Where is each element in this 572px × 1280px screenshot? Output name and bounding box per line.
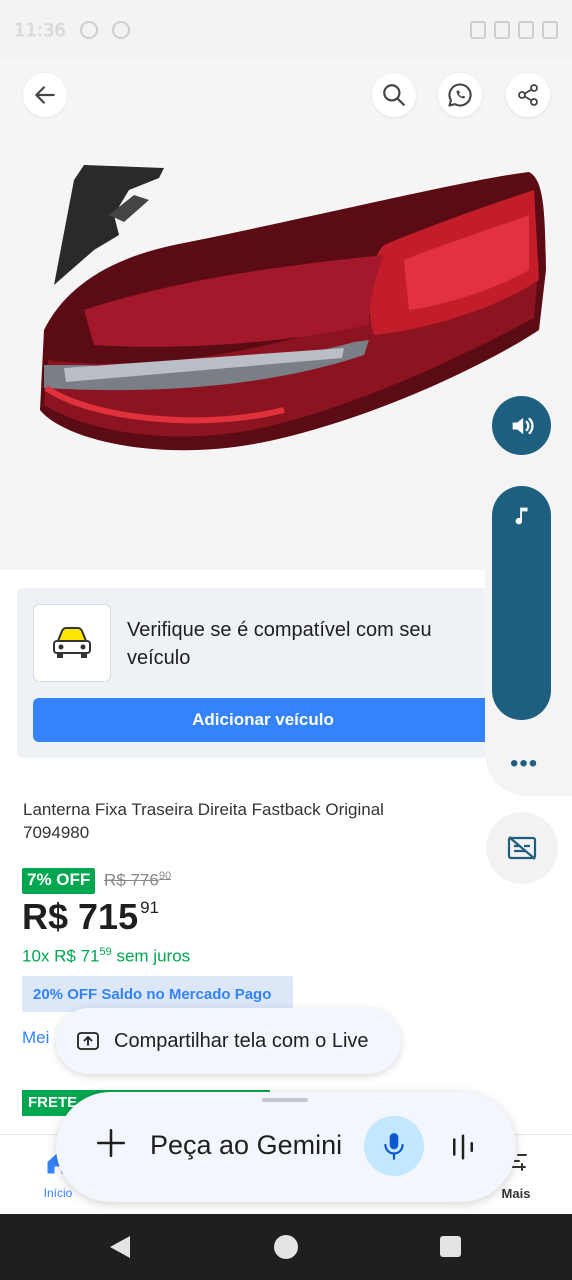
status-bar: 11:36 [0,0,572,60]
captions-off-icon [507,836,537,860]
battery-icon [542,21,558,39]
status-time: 11:36 [14,19,66,41]
product-title: Lanterna Fixa Traseira Direita Fastback … [23,800,384,842]
volume-icon [512,417,534,434]
share-icon [518,84,538,106]
system-home-icon[interactable] [274,1235,298,1259]
gemini-prompt-bar: Peça ao Gemini [56,1092,516,1202]
whatsapp-button[interactable] [438,73,482,117]
installments-prefix: 10x R$ 71 [22,946,100,966]
signal-icon [518,21,534,39]
arrow-left-icon [35,86,55,104]
installments-cents: 59 [99,946,112,958]
add-attachment-button[interactable] [94,1126,128,1160]
back-button[interactable] [23,73,67,117]
discount-badge: 7% OFF [22,868,96,894]
old-price-main: R$ 776 [104,870,159,890]
music-slider[interactable] [492,486,551,720]
share-screen-label: Compartilhar tela com o Live [114,1029,369,1052]
installments: 10x R$ 7159 sem juros [22,946,190,967]
more-options-icon[interactable]: ••• [510,750,538,778]
compatibility-text: Verifique se é compatível com seu veícul… [127,619,432,669]
car-thumbnail [33,604,111,682]
add-vehicle-button[interactable]: Adicionar veículo [33,698,493,742]
product-image [40,165,546,451]
price-cents: 91 [140,898,160,917]
wifi-icon [494,21,510,39]
gemini-input[interactable]: Peça ao Gemini [150,1130,342,1161]
old-price-cents: 90 [158,870,172,882]
music-note-icon [515,507,527,525]
live-waveform-icon [453,1134,473,1160]
drag-handle[interactable] [262,1098,308,1102]
nav-home-label: Início [43,1186,73,1200]
alarm-icon [470,21,486,39]
old-price: R$ 77690 [104,870,171,891]
plus-icon [96,1128,126,1158]
microphone-icon [384,1133,404,1160]
mercado-pago-badge: 20% OFF Saldo no Mercado Pago [22,976,293,1012]
status-icons [470,21,558,39]
voice-input-button[interactable] [364,1116,424,1176]
price-main: R$ 715 [22,896,139,937]
system-recents-icon[interactable] [440,1236,461,1257]
caption-toggle-button[interactable] [486,812,558,884]
whatsapp-icon [448,83,472,107]
screen-share-icon [76,1031,100,1051]
search-icon [383,84,405,106]
installments-suffix: sem juros [111,946,191,966]
share-screen-live-button[interactable]: Compartilhar tela com o Live [56,1008,401,1074]
chat-notification-icon [111,21,130,39]
nav-more-label: Mais [501,1186,531,1201]
payment-methods-link[interactable]: Mei [22,1028,49,1048]
search-button[interactable] [372,73,416,117]
gemini-live-button[interactable] [448,1132,478,1162]
volume-button[interactable] [492,396,551,455]
system-navigation-bar [0,1214,572,1280]
car-icon [53,627,91,658]
compatibility-card: Verifique se é compatível com seu veícul… [17,588,493,758]
current-price: R$ 715 91 [22,896,159,938]
whatsapp-notification-icon [79,21,98,39]
system-back-icon[interactable] [110,1236,130,1258]
share-button[interactable] [506,73,550,117]
